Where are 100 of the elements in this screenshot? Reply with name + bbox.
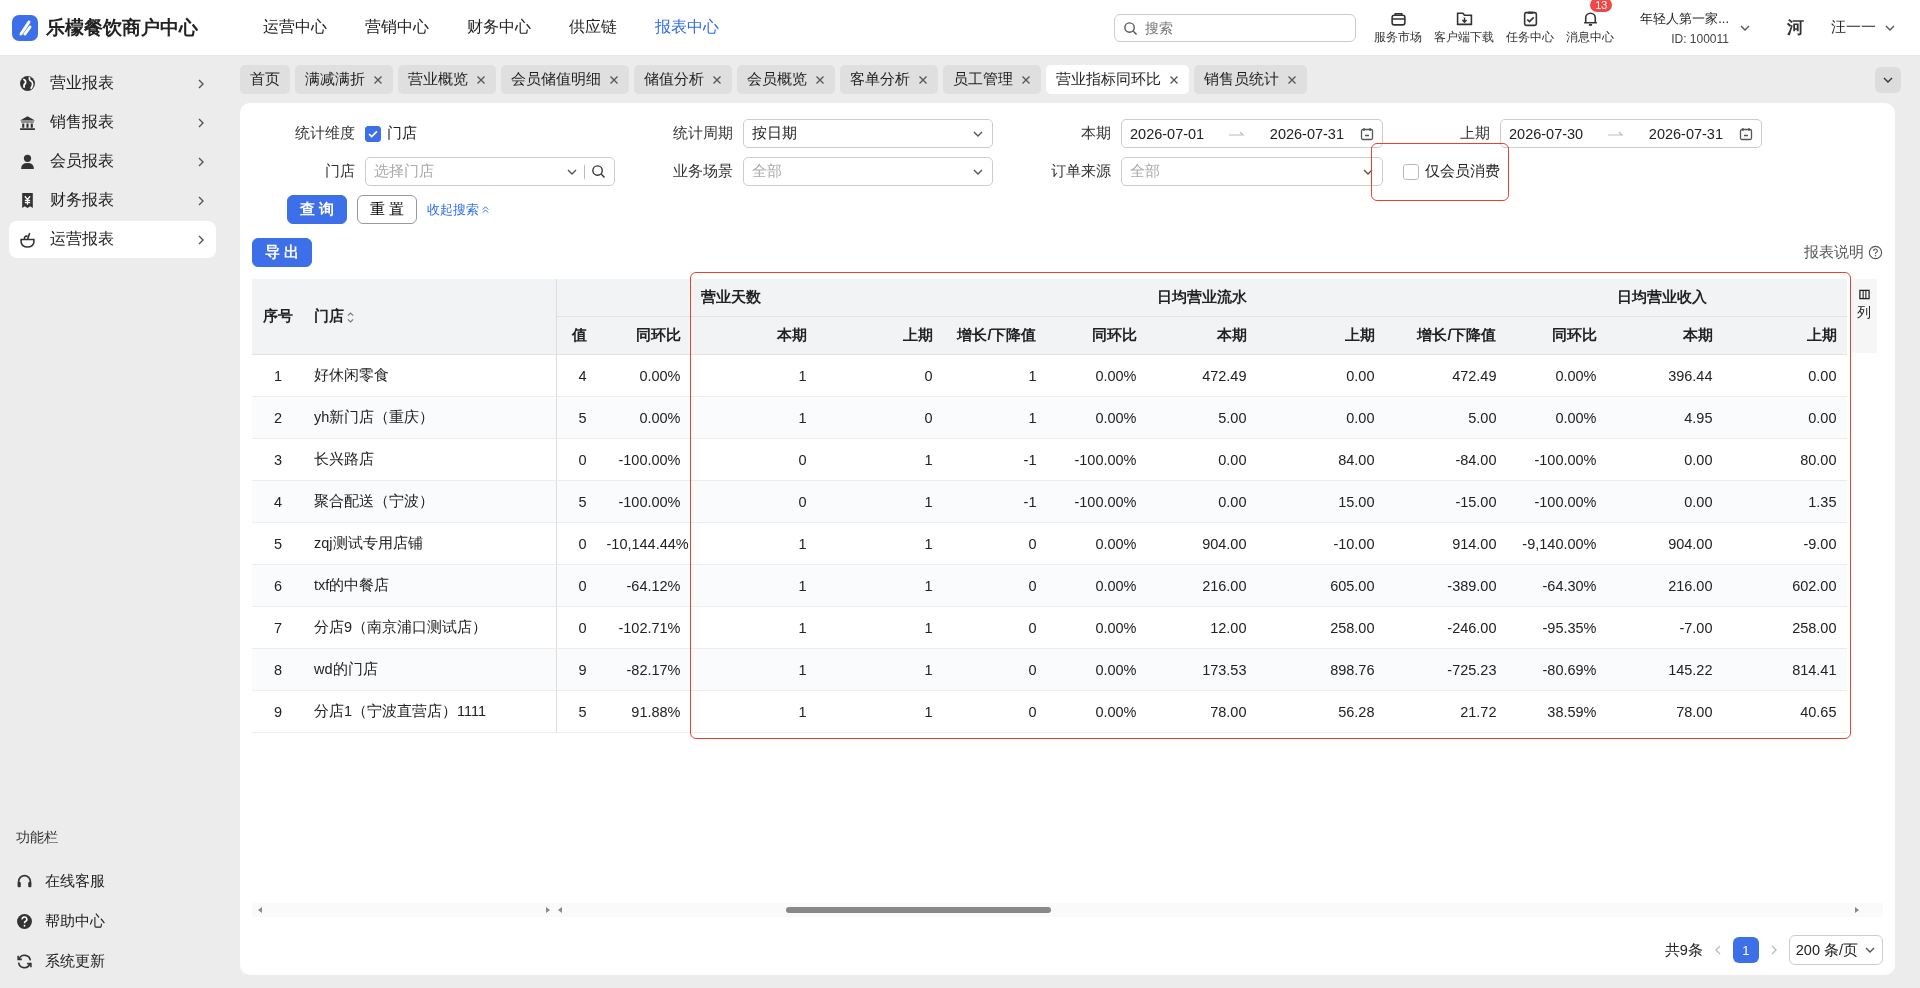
export-button[interactable]: 导 出 <box>252 238 313 267</box>
close-icon <box>712 74 722 85</box>
nav-item[interactable]: 报表中心 <box>636 17 738 38</box>
sort-icon[interactable] <box>346 310 355 324</box>
sidebar-item[interactable]: 销售报表 <box>9 104 216 141</box>
checkbox[interactable] <box>1403 163 1419 180</box>
page-size-select[interactable]: 200 条/页 <box>1788 935 1883 965</box>
table-cell: 1 <box>816 522 943 565</box>
tab[interactable]: 会员概览 <box>737 65 835 94</box>
table-cell: 0 <box>942 564 1047 607</box>
date-range-field[interactable]: 2026-07-01 2026-07-31 <box>1121 119 1383 148</box>
search-icon <box>591 164 606 179</box>
table-cell: 0.00% <box>1046 648 1147 691</box>
calendar-icon <box>1360 126 1374 141</box>
table-cell: 0.00% <box>1506 396 1607 439</box>
scroll-right-icon[interactable] <box>1853 906 1861 914</box>
table-cell: -64.30% <box>1506 564 1607 607</box>
date-range-field[interactable]: 2026-07-30 2026-07-31 <box>1500 119 1762 148</box>
column-settings-button[interactable]: 列 <box>1851 279 1877 353</box>
merchant-name[interactable]: 年轻人第一家... <box>1640 9 1729 28</box>
toolbar-button[interactable]: 任务中心 <box>1500 9 1561 46</box>
select-field[interactable]: 按日期 <box>743 119 993 148</box>
table-cell: 12.00 <box>1146 606 1257 649</box>
table-cell: 1 <box>816 480 943 523</box>
sidebar-item[interactable]: 营业报表 <box>9 65 216 102</box>
table-cell: 4.95 <box>1606 396 1723 439</box>
sidebar-item[interactable]: 财务报表 <box>9 182 216 219</box>
table-cell: 5 <box>556 480 597 523</box>
tab[interactable]: 营业概览 <box>398 65 496 94</box>
field-label: 门店 <box>324 162 356 181</box>
table-cell: 长兴路店 <box>304 438 556 481</box>
nav-item[interactable]: 供应链 <box>550 17 636 38</box>
nav-item[interactable]: 营销中心 <box>346 17 448 38</box>
sidebar-item[interactable]: 帮助中心 <box>0 901 225 941</box>
toolbar-button[interactable]: 消息中心 <box>1560 9 1621 46</box>
table-cell: 9 <box>556 648 597 691</box>
toolbar-button[interactable]: 服务市场 <box>1368 9 1429 46</box>
table-cell: 21.72 <box>1384 690 1507 733</box>
bowl-icon <box>19 231 36 248</box>
refresh-icon <box>16 952 33 970</box>
sidebar-item[interactable]: 运营报表 <box>9 221 216 258</box>
tab[interactable]: 储值分析 <box>634 65 732 94</box>
scroll-left-icon[interactable] <box>556 906 564 914</box>
table-cell: 9 <box>252 690 304 733</box>
avatar[interactable]: 河 <box>1781 13 1809 42</box>
column-group-header: 日均营业流水 <box>1146 279 1607 317</box>
brand-name: 乐檬餐饮商户中心 <box>46 15 198 40</box>
scrollbar-thumb[interactable] <box>786 907 1051 913</box>
table-cell: 1 <box>816 564 943 607</box>
table-cell: 0.00 <box>1146 438 1257 481</box>
report-help-link[interactable]: 报表说明 <box>1804 243 1864 262</box>
table-cell: 0.00 <box>1722 354 1847 397</box>
table-cell: -102.71% <box>596 606 691 649</box>
scroll-left-icon[interactable] <box>256 906 264 914</box>
sidebar-item[interactable]: 系统更新 <box>0 941 225 981</box>
bell-icon <box>1581 9 1599 27</box>
table-cell: 3 <box>252 438 304 481</box>
scroll-right-icon[interactable] <box>544 906 552 914</box>
bank-icon <box>19 114 36 131</box>
user-name[interactable]: 汪一一 <box>1831 18 1876 37</box>
tab[interactable]: 会员储值明细 <box>501 65 629 94</box>
query-button[interactable]: 查 询 <box>287 195 348 224</box>
column-header: 本期 <box>690 316 817 355</box>
table-cell: 1 <box>690 354 817 397</box>
column-header: 同环比 <box>596 316 691 355</box>
table-cell: -10,144.44% <box>596 522 691 565</box>
nav-item[interactable]: 财务中心 <box>448 17 550 38</box>
table-cell: 80.00 <box>1722 438 1847 481</box>
table-cell: -95.35% <box>1506 606 1607 649</box>
table-cell: 1 <box>252 354 304 397</box>
chevron-icon <box>196 77 206 90</box>
tab[interactable]: 首页 <box>240 65 290 94</box>
tab[interactable]: 销售员统计 <box>1194 65 1307 94</box>
nav-item[interactable]: 运营中心 <box>244 17 346 38</box>
table-cell: 好休闲零食 <box>304 354 556 397</box>
sidebar-item[interactable]: 在线客服 <box>0 861 225 901</box>
tab[interactable]: 客单分析 <box>840 65 938 94</box>
table-cell: 258.00 <box>1256 606 1385 649</box>
table-cell: -100.00% <box>1046 438 1147 481</box>
folder-download-icon <box>1455 9 1473 27</box>
toolbar-button[interactable]: 客户端下载 <box>1428 9 1501 46</box>
table-cell: 0.00 <box>1606 480 1723 523</box>
table-cell: 8 <box>252 648 304 691</box>
table-cell: 78.00 <box>1606 690 1723 733</box>
sidebar-item[interactable]: 会员报表 <box>9 143 216 180</box>
tab[interactable]: 员工管理 <box>943 65 1041 94</box>
collapse-link[interactable]: 收起搜索 <box>427 200 491 219</box>
tab[interactable]: 营业指标同环比 <box>1046 65 1189 94</box>
tab-menu-button[interactable] <box>1875 66 1901 93</box>
tab[interactable]: 满减满折 <box>295 65 393 94</box>
table-cell: 分店1（宁波直营店）1111 <box>304 690 556 733</box>
page-button[interactable]: 1 <box>1732 937 1759 963</box>
table-cell: -82.17% <box>596 648 691 691</box>
search-field[interactable]: 搜索 <box>1114 13 1357 42</box>
headset-icon <box>16 872 33 890</box>
table-cell: 0.00% <box>1046 606 1147 649</box>
table-cell: -246.00 <box>1384 606 1507 649</box>
table-cell: -100.00% <box>1506 480 1607 523</box>
reset-button[interactable]: 重 置 <box>357 195 418 224</box>
checkbox[interactable] <box>365 125 381 142</box>
